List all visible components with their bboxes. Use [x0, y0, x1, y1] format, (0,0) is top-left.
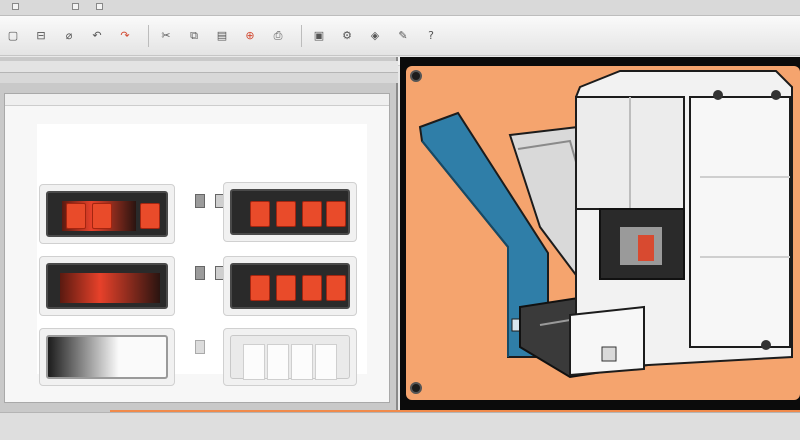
design-canvas[interactable] [37, 124, 367, 386]
red-cell [140, 203, 160, 229]
inner-window [4, 93, 390, 403]
module-panel[interactable] [39, 328, 175, 386]
toolbar: ▢ ⊟ ⌀ ↶ ↷ ✂ ⧉ ▤ ⊕ ⎙ ▣ ⚙ ◈ ✎? [0, 16, 800, 56]
cut-icon[interactable]: ✂ [155, 25, 177, 47]
red-cell [302, 275, 322, 301]
status-bar [0, 412, 800, 440]
machine-illustration [418, 70, 793, 379]
red-glow [60, 273, 160, 303]
editor-pane [0, 57, 398, 412]
module-panel[interactable] [39, 256, 175, 316]
red-cell [250, 275, 270, 301]
save-icon[interactable]: ⌀ [58, 25, 80, 47]
red-cell [326, 201, 346, 227]
paste-icon[interactable]: ▤ [211, 25, 233, 47]
copy-icon[interactable]: ⧉ [183, 25, 205, 47]
front-block [569, 305, 645, 377]
white-cell [315, 344, 337, 380]
zoom-icon[interactable]: ⊕ [239, 25, 261, 47]
module-screen [46, 335, 168, 379]
red-cell [276, 201, 296, 227]
red-cell [302, 201, 322, 227]
new-file-icon[interactable]: ▢ [2, 25, 24, 47]
connector-handle[interactable] [195, 194, 205, 208]
maximize-icon[interactable] [72, 3, 79, 10]
module-panel[interactable] [223, 328, 357, 386]
connector-handle[interactable] [195, 266, 205, 280]
white-cell [291, 344, 313, 380]
module-panel[interactable] [39, 184, 175, 244]
redo-icon[interactable]: ↷ [114, 25, 136, 47]
module-screen [230, 335, 350, 380]
title-bar [0, 0, 800, 16]
settings-icon[interactable]: ⚙ [336, 25, 358, 47]
pane-header [0, 61, 398, 73]
undo-icon[interactable]: ↶ [86, 25, 108, 47]
white-cell [243, 344, 265, 380]
print-icon[interactable]: ⎙ [267, 25, 289, 47]
layers-icon[interactable]: ◈ [364, 25, 386, 47]
tools-icon[interactable]: ✎ [392, 25, 414, 47]
module-panel[interactable] [223, 182, 357, 242]
white-cell [267, 344, 289, 380]
help-icon[interactable]: ? [420, 25, 442, 47]
toolbar-separator [148, 24, 149, 47]
red-cell [276, 275, 296, 301]
red-cell [92, 203, 112, 229]
red-cell [326, 275, 346, 301]
shapes-icon[interactable]: ▣ [308, 25, 330, 47]
inner-window-title [5, 94, 389, 106]
module-screen [230, 189, 350, 235]
module-screen [46, 191, 168, 237]
minimize-icon[interactable] [12, 3, 19, 10]
module-screen [46, 263, 168, 309]
folder-open-icon[interactable]: ⊟ [30, 25, 52, 47]
toolbar-separator [301, 24, 302, 47]
connector-handle[interactable] [195, 340, 205, 354]
red-cell [250, 201, 270, 227]
red-cell [66, 203, 86, 229]
module-panel[interactable] [223, 256, 357, 316]
pane-subheader [0, 73, 398, 83]
close-icon[interactable] [96, 3, 103, 10]
module-screen [230, 263, 350, 309]
